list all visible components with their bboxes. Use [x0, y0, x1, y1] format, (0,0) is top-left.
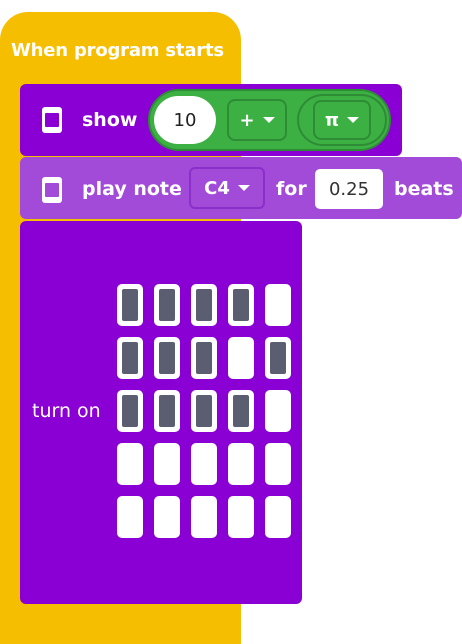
led-on-fill: [122, 395, 138, 427]
note-dropdown[interactable]: C4: [189, 167, 265, 209]
beats-input[interactable]: 0.25: [315, 169, 383, 209]
led-on-fill: [233, 395, 249, 427]
led-cell-4-0[interactable]: [117, 496, 143, 538]
for-label: for: [276, 178, 307, 200]
led-cell-1-2[interactable]: [191, 337, 217, 379]
led-cell-2-1[interactable]: [154, 390, 180, 432]
note-value: C4: [204, 177, 230, 199]
operator-dropdown[interactable]: +: [227, 99, 287, 141]
led-cell-1-4[interactable]: [265, 337, 291, 379]
constant-value: π: [324, 109, 340, 131]
led-on-fill: [233, 289, 249, 321]
number-input[interactable]: 10: [154, 96, 216, 144]
led-cell-1-3[interactable]: [228, 337, 254, 379]
led-cell-0-4[interactable]: [265, 284, 291, 326]
led-cell-1-0[interactable]: [117, 337, 143, 379]
led-on-fill: [196, 289, 212, 321]
led-cell-0-1[interactable]: [154, 284, 180, 326]
caret-down-icon: [347, 117, 360, 123]
led-cell-3-4[interactable]: [265, 443, 291, 485]
led-cell-2-4[interactable]: [265, 390, 291, 432]
microbit-icon: [42, 107, 62, 133]
led-cell-2-2[interactable]: [191, 390, 217, 432]
led-cell-4-4[interactable]: [265, 496, 291, 538]
led-on-fill: [196, 342, 212, 374]
led-cell-2-3[interactable]: [228, 390, 254, 432]
led-cell-3-0[interactable]: [117, 443, 143, 485]
operator-value: +: [239, 109, 255, 131]
led-matrix[interactable]: [117, 284, 292, 541]
led-on-fill: [196, 395, 212, 427]
show-label: show: [82, 109, 138, 131]
beats-label: beats: [394, 178, 454, 200]
microbit-icon: [42, 177, 62, 203]
led-on-fill: [159, 289, 175, 321]
caret-down-icon: [237, 185, 250, 191]
led-on-fill: [122, 289, 138, 321]
led-cell-0-0[interactable]: [117, 284, 143, 326]
led-cell-2-0[interactable]: [117, 390, 143, 432]
led-on-fill: [270, 342, 286, 374]
led-on-fill: [122, 342, 138, 374]
led-cell-4-2[interactable]: [191, 496, 217, 538]
turn-on-label: turn on: [32, 400, 101, 422]
hat-block-footer: [0, 617, 241, 644]
led-cell-3-3[interactable]: [228, 443, 254, 485]
led-on-fill: [159, 342, 175, 374]
beats-value: 0.25: [328, 178, 370, 200]
led-cell-0-3[interactable]: [228, 284, 254, 326]
caret-down-icon: [262, 117, 275, 123]
led-cell-4-3[interactable]: [228, 496, 254, 538]
led-cell-1-1[interactable]: [154, 337, 180, 379]
led-cell-4-1[interactable]: [154, 496, 180, 538]
led-on-fill: [159, 395, 175, 427]
play-note-label: play note: [82, 178, 182, 200]
led-cell-0-2[interactable]: [191, 284, 217, 326]
hat-block-title: When program starts: [11, 40, 224, 61]
constant-dropdown[interactable]: π: [313, 100, 371, 140]
led-cell-3-2[interactable]: [191, 443, 217, 485]
led-cell-3-1[interactable]: [154, 443, 180, 485]
number-value: 10: [173, 109, 197, 131]
